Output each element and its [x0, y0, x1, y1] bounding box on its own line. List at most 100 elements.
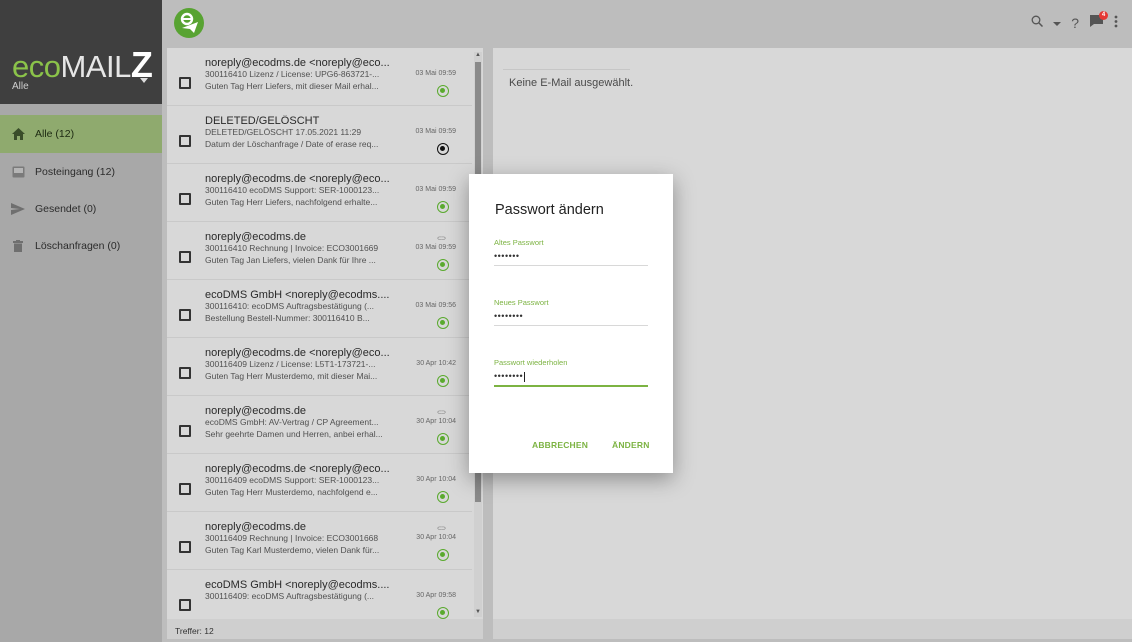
select-checkbox[interactable] [179, 483, 191, 495]
cancel-button[interactable]: ABBRECHEN [532, 440, 588, 450]
mail-preview: Guten Tag Herr Liefers, nachfolgend erha… [205, 197, 378, 207]
old-password-input[interactable]: ••••••• [494, 251, 648, 263]
sidebar: ecoMAILZ Alle Alle (12) Posteingang (12)… [0, 0, 162, 642]
home-icon [11, 127, 25, 141]
sidebar-item-label: Gesendet (0) [35, 203, 97, 215]
select-checkbox[interactable] [179, 599, 191, 611]
mail-list-item[interactable]: DELETED/GELÖSCHT DELETED/GELÖSCHT 17.05.2… [167, 106, 472, 164]
repeat-password-field[interactable]: Passwort wiederholen •••••••• [494, 358, 648, 387]
select-checkbox[interactable] [179, 251, 191, 263]
select-checkbox[interactable] [179, 541, 191, 553]
change-password-button[interactable]: ÄNDERN [612, 440, 650, 450]
mail-sender: noreply@ecodms.de [205, 521, 307, 533]
attachment-icon: ⊂⊃ [436, 236, 446, 242]
divider [503, 69, 630, 70]
mail-date: 30 Apr 10:04 [416, 418, 456, 425]
scroll-down-arrow-icon[interactable]: ▼ [475, 609, 481, 615]
sidebar-item-posteingang[interactable]: Posteingang (12) [0, 153, 162, 191]
mail-preview: Sehr geehrte Damen und Herren, anbei erh… [205, 429, 383, 439]
sidebar-item-label: Posteingang (12) [35, 166, 115, 178]
mail-sender: noreply@ecodms.de <noreply@eco... [205, 463, 390, 475]
sidebar-item-label: Alle (12) [35, 128, 75, 140]
mail-sender: ecoDMS GmbH <noreply@ecodms.... [205, 289, 390, 301]
sidebar-item-label: Löschanfragen (0) [35, 240, 121, 252]
select-checkbox[interactable] [179, 309, 191, 321]
ecodms-logo-icon[interactable] [174, 8, 204, 38]
new-password-field[interactable]: Neues Passwort •••••••• [494, 298, 648, 326]
field-underline-focused [494, 385, 648, 387]
send-icon [11, 202, 25, 216]
select-checkbox[interactable] [179, 425, 191, 437]
notification-badge: 4 [1099, 11, 1108, 20]
trash-icon [11, 239, 25, 253]
mail-sender: DELETED/GELÖSCHT [205, 115, 320, 127]
search-icon[interactable] [1031, 15, 1044, 30]
select-checkbox[interactable] [179, 135, 191, 147]
mail-list-item[interactable]: noreply@ecodms.de <noreply@eco... 3001164… [167, 48, 472, 106]
mail-date: 03 Mai 09:59 [415, 186, 456, 193]
repeat-password-input-wrap[interactable]: •••••••• [494, 371, 648, 383]
field-underline [494, 325, 648, 326]
status-indicator-icon [437, 259, 449, 271]
mail-date: 30 Apr 10:42 [416, 360, 456, 367]
mail-sender: noreply@ecodms.de <noreply@eco... [205, 347, 390, 359]
status-indicator-icon [437, 607, 449, 619]
new-password-input[interactable]: •••••••• [494, 311, 648, 323]
mail-date: 03 Mai 09:59 [415, 128, 456, 135]
mail-subject: 300116409 ecoDMS Support: SER-1000123... [205, 475, 380, 485]
app-logo: ecoMAILZ [12, 44, 153, 86]
mail-list-item[interactable]: ecoDMS GmbH <noreply@ecodms.... 300116410… [167, 280, 472, 338]
field-underline [494, 265, 648, 266]
mail-sender: ecoDMS GmbH <noreply@ecodms.... [205, 579, 390, 591]
mail-preview: Guten Tag Herr Musterdemo, nachfolgend e… [205, 487, 378, 497]
filter-selector-label[interactable]: Alle [12, 81, 29, 92]
mail-list-item[interactable]: noreply@ecodms.de <noreply@eco... 3001164… [167, 338, 472, 396]
mail-list-item[interactable]: noreply@ecodms.de <noreply@eco... 3001164… [167, 454, 472, 512]
help-button[interactable]: ? [1071, 15, 1079, 31]
brand-header[interactable]: ecoMAILZ Alle [0, 0, 162, 104]
field-label: Passwort wiederholen [494, 358, 568, 367]
mail-subject: 300116410 Rechnung | Invoice: ECO3001669 [205, 243, 379, 253]
mail-list-item[interactable]: noreply@ecodms.de <noreply@eco... 3001164… [167, 164, 472, 222]
old-password-field[interactable]: Altes Passwort ••••••• [494, 238, 648, 266]
field-label: Neues Passwort [494, 298, 549, 307]
attachment-icon: ⊂⊃ [436, 410, 446, 416]
status-indicator-icon [437, 549, 449, 561]
select-checkbox[interactable] [179, 367, 191, 379]
mail-list-item[interactable]: noreply@ecodms.de 300116410 Rechnung | In… [167, 222, 472, 280]
scroll-up-arrow-icon[interactable]: ▲ [475, 52, 481, 58]
mail-date: 03 Mai 09:59 [415, 244, 456, 251]
notifications-button[interactable]: 4 [1089, 11, 1108, 31]
select-checkbox[interactable] [179, 193, 191, 205]
mail-preview: Guten Tag Herr Musterdemo, mit dieser Ma… [205, 371, 378, 381]
dropdown-caret-icon[interactable] [1053, 15, 1062, 30]
top-actions: ? 4 [1031, 11, 1118, 31]
repeat-password-input[interactable]: •••••••• [494, 371, 523, 381]
status-indicator-icon [437, 317, 449, 329]
mail-subject: DELETED/GELÖSCHT 17.05.2021 11:29 [205, 127, 362, 137]
change-password-dialog: Passwort ändern Altes Passwort ••••••• N… [469, 174, 673, 473]
more-menu-icon[interactable] [1114, 15, 1118, 31]
mail-subject: 300116410: ecoDMS Auftragsbestätigung (.… [205, 301, 375, 311]
mail-sender: noreply@ecodms.de <noreply@eco... [205, 57, 390, 69]
sidebar-item-alle[interactable]: Alle (12) [0, 115, 162, 153]
select-checkbox[interactable] [179, 77, 191, 89]
dialog-title: Passwort ändern [495, 202, 604, 218]
mail-list-item[interactable]: noreply@ecodms.de 300116409 Rechnung | In… [167, 512, 472, 570]
inbox-icon [11, 165, 25, 179]
mail-subject: ecoDMS GmbH: AV-Vertrag / CP Agreement..… [205, 417, 379, 427]
sidebar-item-gesendet[interactable]: Gesendet (0) [0, 190, 162, 228]
mail-subject: 300116409 Lizenz / License: L5T1-173721-… [205, 359, 376, 369]
preview-footer [493, 619, 1132, 639]
status-indicator-icon [437, 491, 449, 503]
sidebar-item-loeschanfragen[interactable]: Löschanfragen (0) [0, 227, 162, 265]
status-indicator-icon [437, 375, 449, 387]
mail-subject: 300116409: ecoDMS Auftragsbestätigung (.… [205, 591, 375, 601]
mail-preview: Guten Tag Jan Liefers, vielen Dank für I… [205, 255, 376, 265]
field-label: Altes Passwort [494, 238, 544, 247]
mail-subject: 300116410 ecoDMS Support: SER-1000123... [205, 185, 380, 195]
logo-mail: MAIL [60, 49, 131, 84]
caret-down-icon[interactable] [140, 78, 148, 83]
mail-preview: Guten Tag Karl Musterdemo, vielen Dank f… [205, 545, 380, 555]
mail-list-item[interactable]: noreply@ecodms.de ecoDMS GmbH: AV-Vertrag… [167, 396, 472, 454]
